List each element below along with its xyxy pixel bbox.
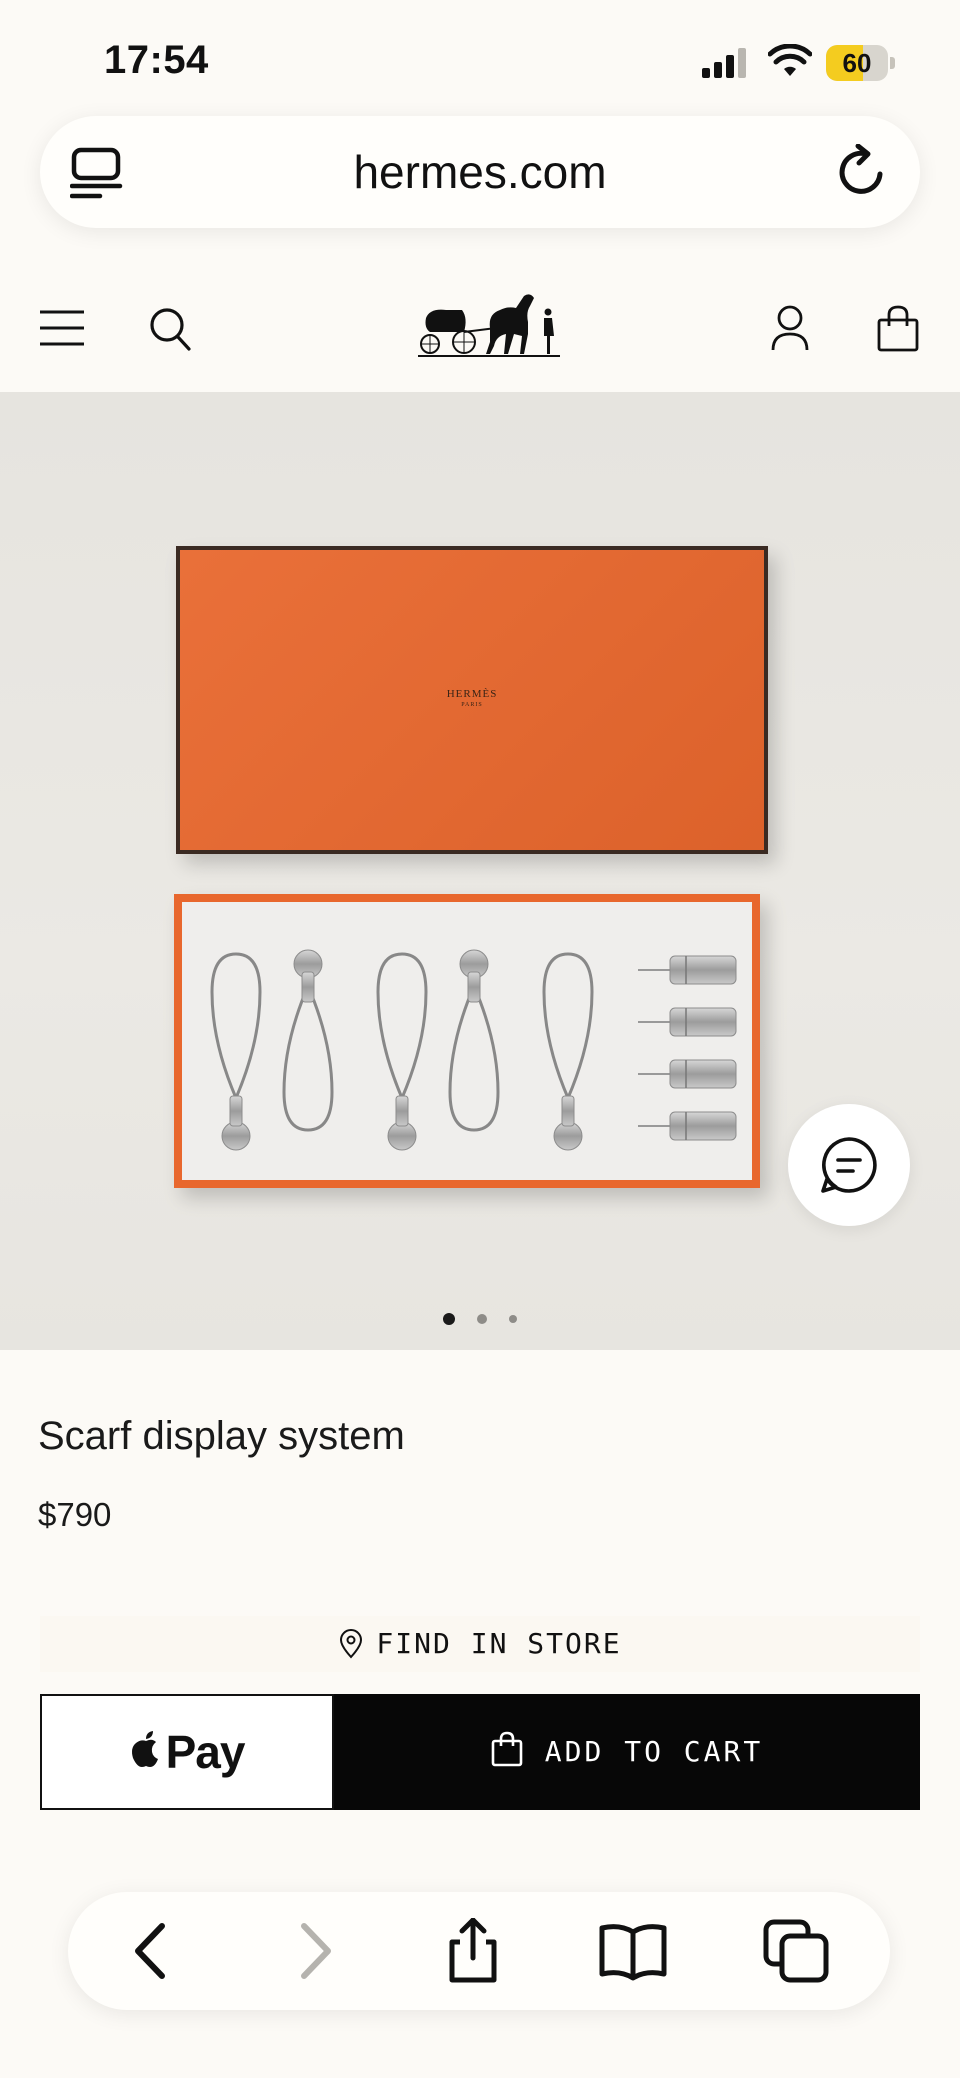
apple-logo-icon <box>131 1731 158 1767</box>
carousel-dot-3[interactable] <box>509 1314 517 1323</box>
box-brand-subtext: PARIS <box>461 702 483 708</box>
back-icon[interactable] <box>118 1918 188 1984</box>
wifi-icon <box>768 44 812 76</box>
image-carousel-dots[interactable] <box>0 1310 960 1326</box>
chat-button[interactable] <box>788 1104 910 1226</box>
share-icon[interactable] <box>438 1918 508 1984</box>
search-icon[interactable] <box>148 306 192 352</box>
chat-icon <box>821 1137 877 1193</box>
box-lid: HERMÈS PARIS <box>176 546 768 854</box>
address-bar[interactable]: hermes.com <box>40 116 920 228</box>
shopping-bag-icon <box>491 1731 523 1767</box>
box-tray <box>174 894 760 1188</box>
find-in-store-label: FIND IN STORE <box>376 1627 622 1660</box>
reload-icon[interactable] <box>834 144 890 200</box>
scarf-hooks-and-pins <box>210 949 737 1151</box>
product-name: Scarf display system <box>38 1414 405 1458</box>
forward-icon[interactable] <box>278 1918 348 1984</box>
add-to-cart-label: ADD TO CART <box>544 1735 764 1768</box>
page-menu-icon[interactable] <box>70 146 124 200</box>
carousel-dot-1[interactable] <box>443 1312 455 1325</box>
account-icon[interactable] <box>770 304 810 352</box>
apple-pay-label: Pay <box>165 1726 246 1778</box>
add-to-cart-button[interactable]: ADD TO CART <box>334 1694 920 1810</box>
find-in-store-button[interactable]: FIND IN STORE <box>40 1616 920 1672</box>
battery-indicator: 60 <box>826 45 896 81</box>
location-pin-icon <box>340 1629 363 1659</box>
tabs-icon[interactable] <box>762 1918 832 1984</box>
shopping-bag-icon[interactable] <box>876 304 920 352</box>
browser-toolbar <box>68 1892 890 2010</box>
carousel-dot-2[interactable] <box>477 1313 487 1324</box>
url-text[interactable]: hermes.com <box>40 116 920 228</box>
cellular-signal-icon <box>702 48 746 78</box>
hermes-logo[interactable] <box>416 288 562 358</box>
bookmarks-icon[interactable] <box>598 1918 668 1984</box>
product-price: $790 <box>38 1496 112 1533</box>
battery-percent: 60 <box>842 48 872 78</box>
apple-pay-button[interactable]: Pay <box>40 1694 334 1810</box>
status-time: 17:54 <box>104 38 209 82</box>
hamburger-menu-icon[interactable] <box>38 308 86 348</box>
box-brand-text: HERMÈS <box>446 688 498 700</box>
